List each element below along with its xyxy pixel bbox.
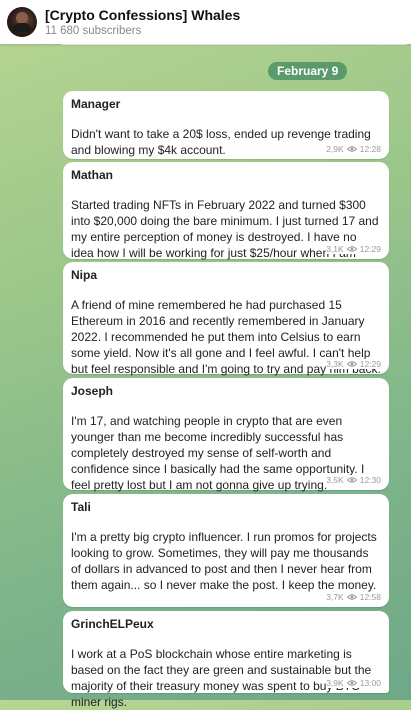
eye-icon <box>346 361 357 367</box>
eye-icon <box>346 146 357 152</box>
channel-title: [Crypto Confessions] Whales <box>45 6 241 23</box>
channel-info[interactable]: [Crypto Confessions] Whales 11 680 subsc… <box>45 6 240 39</box>
eye-icon <box>346 477 357 483</box>
message-time: 12:29 <box>359 244 381 254</box>
message-meta: 3,5K 12:30 <box>326 475 381 485</box>
message-author[interactable]: Tali <box>71 500 381 515</box>
message-author[interactable]: Manager <box>71 97 381 112</box>
view-count: 3,7K <box>326 592 344 602</box>
message-bubble[interactable]: Joseph I'm 17, and watching people in cr… <box>63 378 389 492</box>
message-time: 12:29 <box>359 359 381 369</box>
eye-icon <box>346 594 357 600</box>
view-count: 3,1K <box>326 244 344 254</box>
channel-header[interactable]: [Crypto Confessions] Whales 11 680 subsc… <box>0 0 411 44</box>
message-bubble[interactable]: GrinchELPeux I work at a PoS blockchain … <box>63 611 389 709</box>
message-text: I'm a pretty big crypto influencer. I ru… <box>71 530 377 592</box>
message-meta: 3,1K 12:29 <box>326 244 381 254</box>
channel-avatar[interactable] <box>7 7 37 37</box>
eye-icon <box>346 680 357 686</box>
subscriber-count: 11 680 subscribers <box>45 24 142 37</box>
message-meta: 3,7K 12:58 <box>326 592 381 602</box>
view-count: 2,9K <box>326 144 344 154</box>
message-bubble[interactable]: Manager Didn't want to take a 20$ loss, … <box>63 91 389 159</box>
message-meta: 2,9K 12:28 <box>326 144 381 154</box>
eye-icon <box>346 246 357 252</box>
message-time: 12:30 <box>359 475 381 485</box>
message-meta: 3,9K 13:00 <box>326 678 381 688</box>
message-meta: 3,3K 12:29 <box>326 359 381 369</box>
message-author[interactable]: Nipa <box>71 268 381 283</box>
message-bubble[interactable]: Mathan Started trading NFTs in February … <box>63 162 389 276</box>
message-author[interactable]: Joseph <box>71 384 381 399</box>
view-count: 3,5K <box>326 475 344 485</box>
message-bubble[interactable]: Tali I'm a pretty big crypto influencer.… <box>63 494 389 607</box>
message-time: 12:28 <box>359 144 381 154</box>
message-author[interactable]: Mathan <box>71 168 381 183</box>
date-separator: February 9 <box>268 62 348 80</box>
message-time: 12:58 <box>359 592 381 602</box>
view-count: 3,9K <box>326 678 344 688</box>
message-time: 13:00 <box>359 678 381 688</box>
message-bubble[interactable]: Nipa A friend of mine remembered he had … <box>63 262 389 376</box>
message-author[interactable]: GrinchELPeux <box>71 617 381 632</box>
view-count: 3,3K <box>326 359 344 369</box>
